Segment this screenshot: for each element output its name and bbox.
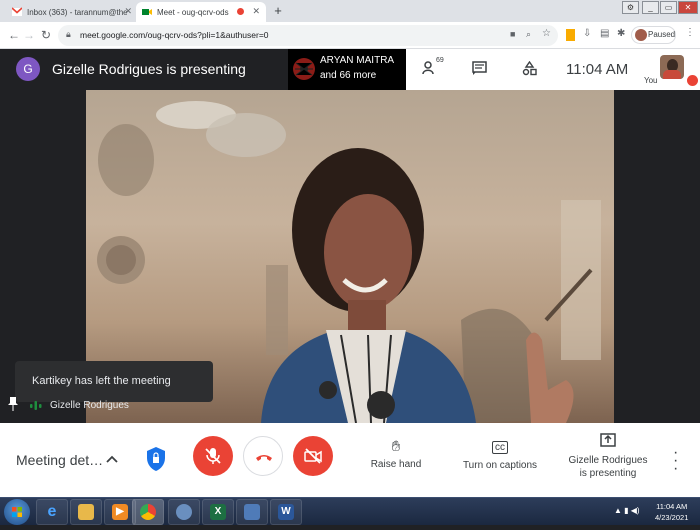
profile-button[interactable]: Paused [631,26,676,44]
tab-meet[interactable]: Meet - oug-qcrv-ods ✕ [136,2,266,22]
internet-explorer-icon: e [47,503,57,520]
minimize-button[interactable]: _ [642,1,659,14]
presenting-line-1: Gizelle Rodrigues [568,455,648,466]
forward-arrow-icon[interactable]: → [22,28,36,42]
activities-icon[interactable] [522,60,537,79]
mic-off-icon [205,448,221,464]
meeting-clock: 11:04 AM [566,61,629,78]
hang-up-icon [256,455,272,461]
people-count: 69 [436,57,444,64]
toast-text: Kartikey has left the meeting [32,375,171,387]
chrome-icon [176,504,192,520]
bookmark-star-icon[interactable]: ☆ [542,28,551,39]
system-tray-icons[interactable]: ▲ ▮ ◀) [614,506,640,515]
speaker-avatar [293,58,315,80]
hand-icon: ✋︎ [391,438,401,455]
taskbar-chrome-2[interactable] [168,499,200,525]
recording-icon [237,8,244,15]
tab-meet-title: Meet - oug-qcrv-ods [157,7,229,17]
presenter-avatar: G [16,57,40,81]
chevron-up-icon[interactable] [106,451,118,466]
address-bar[interactable]: 🔒︎ meet.google.com/oug-qcrv-ods?pli=1&au… [58,25,558,46]
notification-toast: Kartikey has left the meeting [15,361,213,402]
browser-tab-strip: Inbox (363) - tarannum@theindi ✕ Meet - … [0,0,700,22]
browser-toolbar: ← → ↻ 🔒︎ meet.google.com/oug-qcrv-ods?pl… [0,22,700,49]
profile-status: Paused [648,30,676,39]
profile-avatar [635,29,647,41]
tab-inbox[interactable]: Inbox (363) - tarannum@theindi ✕ [6,2,138,22]
close-icon[interactable]: ✕ [252,6,260,17]
taskbar-file-explorer[interactable] [70,499,102,525]
system-time: 11:04 AM [656,502,688,511]
you-label: You [644,76,658,85]
doc-icon[interactable]: ▤ [600,28,609,39]
taskbar-word[interactable]: W [270,499,302,525]
gear-icon[interactable]: ⚙ [622,1,639,14]
system-date: 4/23/2021 [655,513,689,522]
media-player-icon: ▶ [112,504,128,520]
present-screen-icon [565,433,651,451]
spider-logo-icon [295,62,313,76]
windows-logo-icon [12,507,22,517]
word-icon: W [278,504,294,520]
meeting-controls-bar: Meeting det… ✋︎ Raise hand cc Turn on ca… [0,423,700,497]
presentation-button[interactable]: Gizelle Rodrigues is presenting [565,433,651,479]
restore-button[interactable]: ▭ [660,1,677,14]
reload-icon[interactable]: ↻ [39,28,53,42]
url-text: meet.google.com/oug-qcrv-ods?pli=1&authu… [80,30,269,40]
lock-icon: 🔒︎ [66,29,71,39]
captions-icon: cc [492,441,508,454]
chrome-icon [140,504,156,520]
presenting-line-2: is presenting [579,468,637,479]
leave-call-button[interactable] [243,436,283,476]
start-button[interactable] [4,499,30,525]
audio-level-icon [30,401,42,410]
pin-icon[interactable] [8,397,18,414]
camera-toggle-button[interactable] [293,436,333,476]
camera-off-icon [304,448,322,464]
taskbar-excel[interactable]: X [202,499,234,525]
taskbar-remote-desktop[interactable] [236,499,268,525]
puzzle-icon[interactable]: ✱ [617,28,625,39]
presenting-title: Gizelle Rodrigues is presenting [52,61,246,77]
meeting-stage: Kartikey has left the meeting Gizelle Ro… [0,90,700,423]
raise-hand-button[interactable]: ✋︎ Raise hand [363,438,429,470]
window-close-button[interactable]: ✕ [678,1,698,14]
taskbar-internet-explorer[interactable]: e [36,499,68,525]
captions-button[interactable]: cc Turn on captions [460,441,540,471]
tab-inbox-title: Inbox (363) - tarannum@theindi [27,7,127,17]
captions-label: Turn on captions [462,460,538,471]
speaker-more: and 66 more [320,70,377,81]
system-clock[interactable]: 11:04 AM 4/23/2021 [655,501,688,523]
windows-taskbar: e ▶ X W ▲ ▮ ◀) 11:04 AM 4/23/2021 [0,497,700,525]
excel-icon: X [210,504,226,520]
self-view-thumbnail[interactable] [660,55,684,79]
zoom-icon[interactable]: ⌕ [526,29,531,40]
raise-hand-label: Raise hand [370,459,422,470]
meet-header: G Gizelle Rodrigues is presenting ARYAN … [0,49,700,90]
more-options-icon[interactable]: · · · [673,445,678,477]
camera-icon[interactable]: ■ [510,29,515,39]
mic-off-icon [687,75,698,86]
menu-icon[interactable]: ⋮ [685,27,695,38]
speaker-name: ARYAN MAITRA [320,55,395,66]
mic-toggle-button[interactable] [193,436,233,476]
new-tab-button[interactable]: + [270,3,286,19]
meeting-details-button[interactable]: Meeting det… [16,452,103,468]
chat-icon[interactable] [472,61,487,79]
close-icon[interactable]: ✕ [124,6,132,17]
folder-icon [78,504,94,520]
download-icon[interactable]: ⇩ [583,28,591,39]
meet-header-controls: 69 11:04 AM You [406,49,700,90]
extension-icon[interactable] [566,29,575,41]
taskbar-chrome[interactable] [132,499,164,525]
back-arrow-icon[interactable]: ← [7,28,21,42]
remote-desktop-icon [244,504,260,520]
shield-icon[interactable] [146,446,166,472]
tile-name-label: Gizelle Rodrigues [50,400,129,411]
active-speaker[interactable]: ARYAN MAITRA and 66 more [288,49,406,90]
meet-icon [142,9,152,15]
gmail-icon [12,7,22,16]
